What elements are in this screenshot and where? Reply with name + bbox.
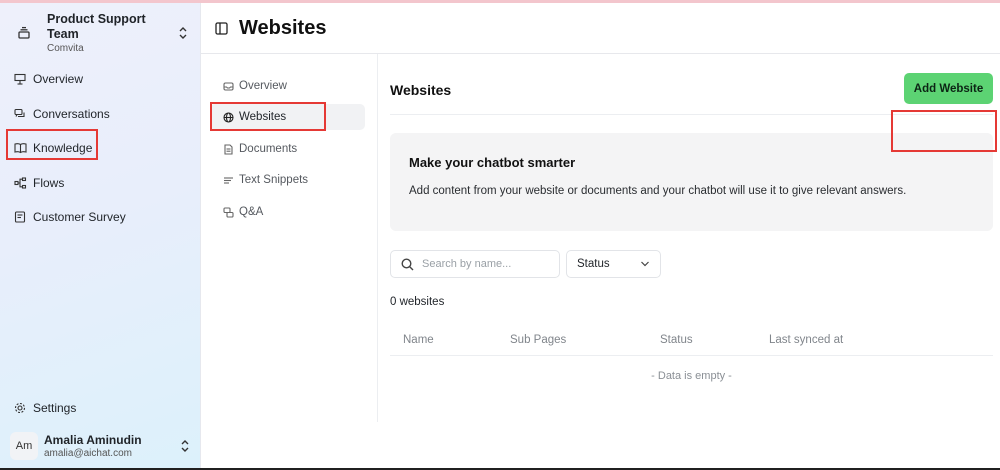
team-org: Comvita (47, 42, 84, 54)
chevron-up-down-icon[interactable] (178, 439, 192, 453)
empty-state-text: - Data is empty - (651, 370, 732, 382)
page-header: Websites (201, 3, 1000, 54)
sidebar-item-label: Conversations (33, 107, 110, 121)
subnav-item-documents[interactable]: Documents (210, 136, 365, 162)
sidebar-item-label: Overview (33, 72, 84, 86)
sidebar-item-label: Flows (33, 176, 65, 190)
team-switcher[interactable]: Product Support Team Comvita (12, 11, 190, 54)
search-input[interactable] (422, 258, 552, 270)
search-icon (400, 257, 414, 271)
gear-icon (13, 401, 27, 415)
websites-count: 0 websites (390, 296, 445, 308)
status-filter-select[interactable]: Status (566, 250, 661, 278)
sidebar-toggle-icon[interactable] (213, 20, 229, 36)
info-card-title: Make your chatbot smarter (409, 155, 576, 170)
user-email: amalia@aichat.com (44, 447, 132, 459)
flow-icon (13, 176, 27, 190)
presentation-icon (13, 72, 27, 86)
text-lines-icon (222, 174, 234, 186)
subnav-label: Overview (239, 80, 287, 92)
stack-icon (12, 21, 36, 45)
survey-icon (13, 210, 27, 224)
subnav-label: Documents (239, 143, 298, 155)
sidebar-item-conversations[interactable]: Conversations (8, 101, 193, 127)
column-header-status: Status (660, 334, 693, 346)
sidebar-item-overview[interactable]: Overview (8, 66, 193, 92)
team-name: Product Support Team (47, 11, 146, 41)
subnav-label: Text Snippets (239, 174, 309, 186)
subnav-item-qa[interactable]: Q&A (210, 199, 365, 225)
sidebar-item-settings[interactable]: Settings (8, 396, 193, 420)
chevron-up-down-icon[interactable] (176, 25, 190, 41)
settings-label: Settings (33, 401, 77, 415)
subnav-item-text-snippets[interactable]: Text Snippets (210, 167, 365, 193)
user-menu[interactable]: Am Amalia Aminudin amalia@aichat.com (10, 429, 192, 463)
highlight-box-knowledge (6, 129, 98, 160)
status-filter-value: Status (577, 258, 610, 270)
sidebar-item-customer-survey[interactable]: Customer Survey (8, 204, 193, 230)
page-title: Websites (239, 16, 327, 39)
subnav-label: Q&A (239, 206, 264, 218)
avatar: Am (10, 432, 38, 460)
qa-icon (222, 206, 234, 218)
column-header-last-synced: Last synced at (769, 334, 844, 346)
add-website-button[interactable]: Add Website (904, 73, 993, 104)
document-icon (222, 143, 234, 155)
search-box[interactable] (390, 250, 560, 278)
highlight-box-websites (210, 102, 326, 131)
column-header-name: Name (403, 334, 434, 346)
chat-bubbles-icon (13, 107, 27, 121)
column-header-sub-pages: Sub Pages (510, 334, 567, 346)
table-header: Name Sub Pages Status Last synced at (390, 326, 993, 356)
info-card-text: Add content from your website or documen… (409, 185, 907, 197)
sidebar: Product Support Team Comvita Overview Co… (0, 3, 201, 468)
sidebar-item-flows[interactable]: Flows (8, 170, 193, 196)
inbox-icon (222, 80, 234, 92)
sidebar-item-label: Customer Survey (33, 210, 126, 224)
chevron-down-icon (640, 258, 650, 270)
subnav-item-overview[interactable]: Overview (210, 73, 365, 99)
highlight-box-empty-area (891, 110, 997, 152)
user-name: Amalia Aminudin (44, 432, 142, 447)
section-title: Websites (390, 82, 452, 98)
